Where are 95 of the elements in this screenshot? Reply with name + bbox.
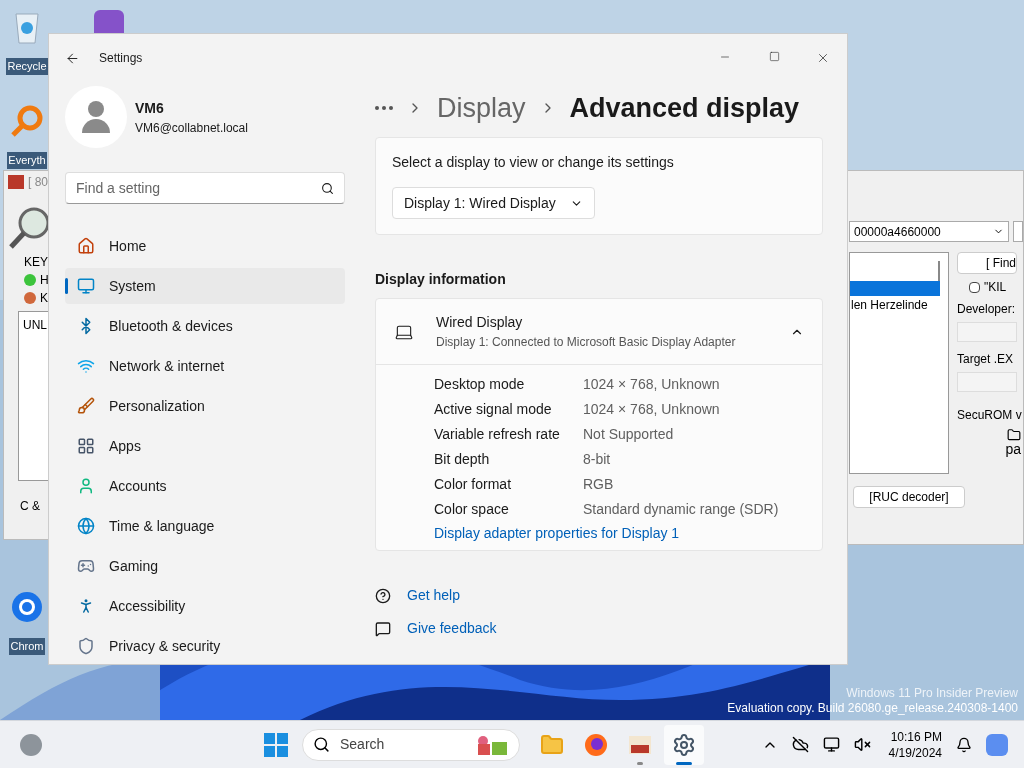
info-value: 1024 × 768, Unknown	[583, 375, 720, 394]
info-value: 8-bit	[583, 450, 611, 469]
gear-icon	[672, 732, 696, 757]
weather-icon[interactable]	[20, 733, 42, 756]
globe-icon	[77, 517, 95, 535]
info-label: Color format	[434, 475, 513, 494]
nav-item[interactable]: Gaming	[65, 548, 345, 584]
info-value: Not Supported	[583, 425, 674, 444]
clock[interactable]: 10:16 PM 4/19/2024	[888, 728, 942, 761]
breadcrumb-item: Advanced display	[569, 91, 800, 125]
recycle-bin-icon	[12, 10, 42, 44]
list-item[interactable]: len Herzelinde	[850, 296, 948, 314]
decoder-button[interactable]: [RUC decoder]	[853, 486, 965, 508]
info-label: Desktop mode	[434, 375, 526, 394]
search-field[interactable]: Find a setting	[65, 172, 345, 204]
info-label: Color space	[434, 500, 510, 519]
checkbox-label: "KIL	[984, 279, 1007, 296]
folder-icon	[1007, 428, 1021, 442]
breadcrumb-item[interactable]: Display	[437, 87, 526, 129]
address-dropdown[interactable]: 00000a4660000	[849, 221, 1010, 242]
nav-item[interactable]: Network & internet	[65, 348, 345, 384]
group-label: KEY	[24, 254, 49, 271]
info-value: Standard dynamic range (SDR)	[583, 500, 779, 519]
footer-label: C &	[20, 498, 41, 515]
folder-label: pa	[1005, 442, 1021, 456]
app-logo-icon[interactable]	[94, 10, 124, 34]
card-label: Select a display to view or change its settings	[392, 153, 675, 172]
gift-icon	[475, 733, 509, 756]
window-title: Settings	[99, 50, 143, 67]
user-name: VM6	[135, 98, 165, 118]
help-icon	[375, 587, 391, 604]
user-email: VM6@collabnet.local	[135, 119, 248, 137]
info-value: 1024 × 768, Unknown	[583, 400, 720, 419]
magnifier-icon	[10, 104, 44, 138]
person-icon	[77, 477, 95, 495]
display-dropdown[interactable]: Display 1: Wired Display	[392, 187, 595, 219]
gamepad-icon	[77, 557, 95, 575]
feedback-icon	[375, 620, 391, 637]
desktop-icon-label[interactable]: Recycle	[6, 58, 48, 75]
info-label: Bit depth	[434, 450, 491, 469]
nav-item[interactable]: Accessibility	[65, 588, 345, 624]
home-icon	[77, 237, 95, 255]
maximize-icon[interactable]	[769, 51, 780, 62]
find-button[interactable]: [ Find	[957, 252, 1017, 274]
display-subtitle: Display 1: Connected to Microsoft Basic Display Adapter	[436, 334, 736, 351]
build-watermark: Windows 11 Pro Insider Preview	[846, 686, 1018, 701]
light-label: K	[40, 290, 48, 307]
wifi-icon	[77, 357, 95, 375]
desktop-icon-label[interactable]: Chrom	[9, 638, 45, 655]
securom-label: SecuROM v	[957, 407, 1022, 424]
nav-item[interactable]: Apps	[65, 428, 345, 464]
nav-item[interactable]: System	[65, 268, 345, 304]
info-label: Active signal mode	[434, 400, 553, 419]
volume-muted-icon[interactable]	[853, 736, 871, 753]
info-label: Variable refresh rate	[434, 425, 561, 444]
search-icon	[313, 736, 330, 753]
help-link[interactable]: Give feedback	[407, 618, 497, 639]
start-icon[interactable]	[264, 732, 288, 757]
target-label: Target .EX	[957, 351, 1015, 368]
monitor-icon	[77, 277, 95, 295]
developer-label: Developer:	[957, 301, 1017, 318]
taskbar-app[interactable]	[664, 724, 704, 765]
taskbar-search[interactable]: Search	[302, 728, 520, 761]
bell-icon[interactable]	[956, 736, 972, 753]
browser-icon	[10, 590, 44, 624]
info-value: RGB	[583, 475, 614, 494]
close-icon[interactable]	[816, 51, 830, 65]
nav-item[interactable]: Personalization	[65, 388, 345, 424]
adapter-properties-link[interactable]: Display adapter properties for Display 1	[434, 523, 822, 544]
desktop-icon-label[interactable]: Everyth	[7, 152, 47, 169]
monitor-icon[interactable]	[822, 736, 840, 753]
light-label: H	[40, 272, 49, 289]
nav-item[interactable]: Privacy & security	[65, 628, 345, 664]
brush-icon	[77, 397, 95, 415]
shield-icon	[77, 637, 95, 655]
help-link[interactable]: Get help	[407, 585, 460, 606]
search-icon	[321, 181, 334, 195]
browser-icon	[584, 732, 608, 757]
checkbox[interactable]	[969, 281, 980, 293]
section-title: Display information	[375, 270, 507, 289]
nav-item[interactable]: Accounts	[65, 468, 345, 504]
nav-item[interactable]: Home	[65, 228, 345, 264]
cloud-off-icon[interactable]	[791, 736, 809, 753]
folder-icon	[540, 732, 564, 757]
nav-item[interactable]: Bluetooth & devices	[65, 308, 345, 344]
app-logo-icon	[8, 175, 24, 189]
display-name: Wired Display	[436, 313, 524, 332]
nav-item[interactable]: Time & language	[65, 508, 345, 544]
scrollbar-thumb[interactable]	[938, 261, 940, 281]
window-title: [ 80	[28, 174, 48, 191]
more-icon[interactable]	[375, 106, 393, 110]
copilot-icon[interactable]	[986, 733, 1008, 756]
log-text: UNL	[23, 317, 48, 334]
apps-grid-icon	[77, 437, 95, 455]
back-icon[interactable]	[65, 50, 80, 66]
